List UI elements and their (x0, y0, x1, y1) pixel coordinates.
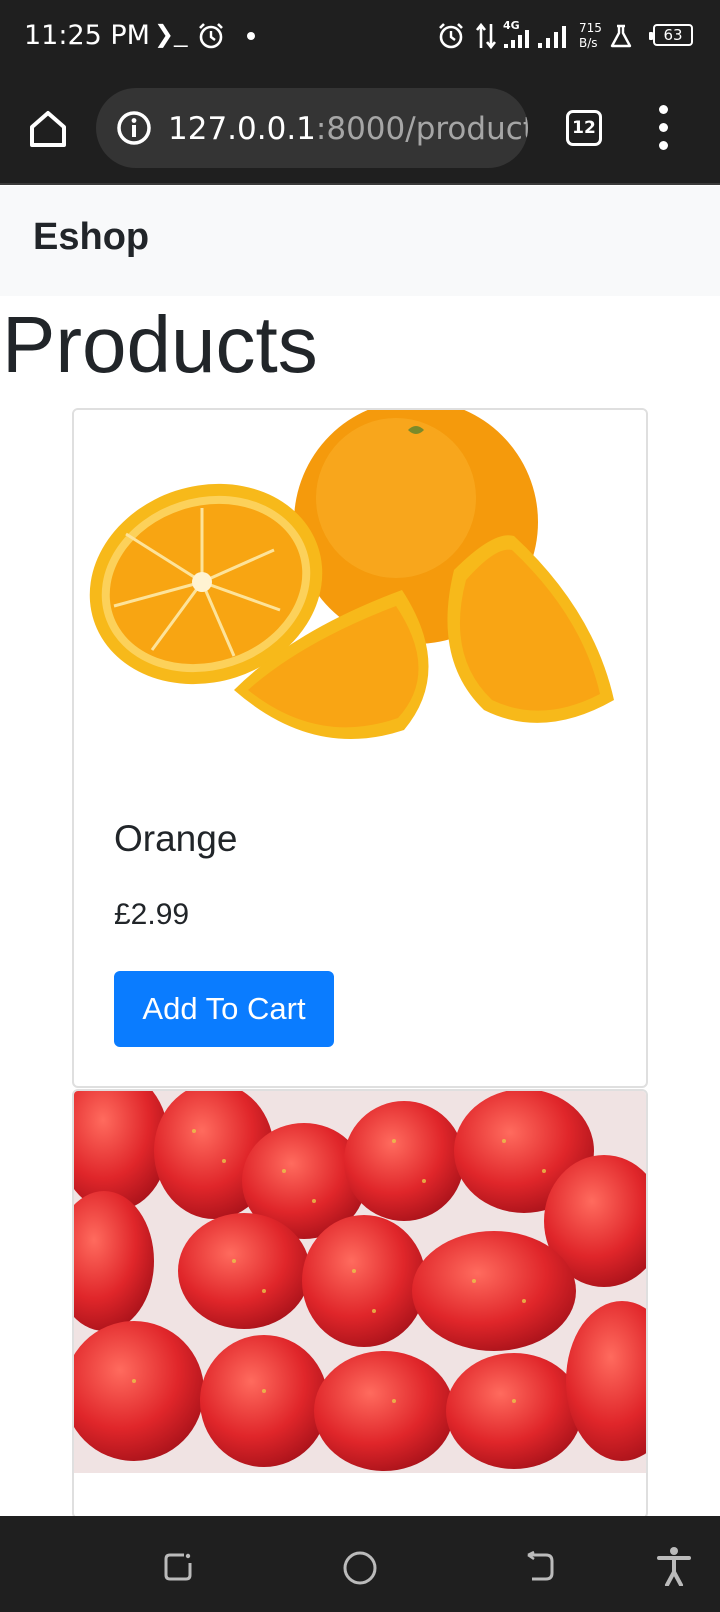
browser-toolbar: 127.0.0.1:8000/product/ 12 (0, 75, 720, 185)
speed-unit: B/s (579, 36, 598, 50)
notification-dot-icon (247, 32, 255, 40)
back-icon[interactable] (524, 1551, 556, 1583)
url-path: :8000/product/ (315, 111, 528, 147)
strawberries-image (74, 1091, 646, 1473)
url-host: 127.0.0.1 (168, 111, 316, 147)
product-card: Orange £2.99 Add To Cart (72, 408, 648, 1088)
address-bar[interactable]: 127.0.0.1:8000/product/ (96, 88, 528, 168)
home-circle-icon[interactable] (342, 1550, 378, 1586)
url-text[interactable]: 127.0.0.1:8000/product/ (168, 111, 528, 147)
site-navbar: Eshop (0, 186, 720, 296)
battery-icon: 63 (649, 24, 693, 46)
data-transfer-icon (475, 22, 497, 50)
signal-icon (538, 26, 566, 48)
navbar-brand[interactable]: Eshop (33, 216, 149, 259)
info-icon[interactable] (116, 110, 152, 146)
orange-image (74, 410, 646, 780)
product-card (72, 1089, 648, 1519)
status-time: 11:25 PM (24, 20, 150, 51)
recents-icon[interactable] (162, 1551, 194, 1583)
signal-icon (504, 30, 529, 48)
home-icon[interactable] (24, 105, 72, 153)
product-price: £2.99 (114, 898, 190, 931)
terminal-icon: ❯_ (154, 21, 188, 48)
alarm-icon (439, 23, 463, 49)
add-to-cart-button[interactable]: Add To Cart (114, 971, 334, 1047)
page-title: Products (2, 300, 318, 389)
speed-value: 715 (579, 21, 602, 35)
tabs-icon[interactable]: 12 (566, 110, 602, 146)
status-bar: 11:25 PM ❯_ 4G 715 B/s 63 (0, 0, 720, 75)
alarm-icon (199, 23, 223, 49)
product-name: Orange (114, 818, 238, 859)
menu-icon[interactable] (652, 105, 676, 151)
flask-icon (610, 24, 632, 48)
system-navigation-bar (0, 1516, 720, 1612)
accessibility-icon[interactable] (656, 1546, 692, 1586)
